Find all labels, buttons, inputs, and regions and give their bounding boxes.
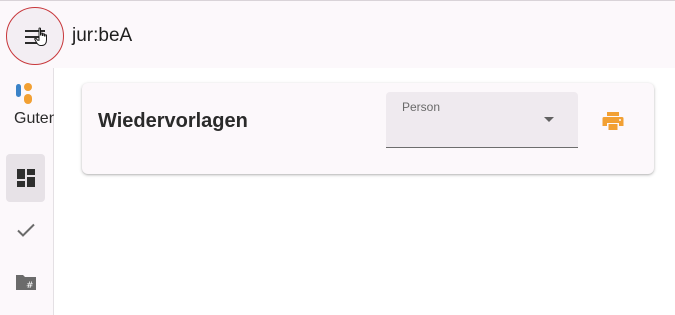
card-title: Wiedervorlagen	[98, 110, 248, 132]
print-icon	[602, 112, 624, 130]
folder-hash-icon: #	[15, 275, 36, 291]
sidebar: Guten #	[0, 68, 54, 315]
person-select[interactable]: Person	[386, 92, 578, 148]
nav-files[interactable]: #	[6, 258, 45, 306]
nav-tasks[interactable]	[6, 206, 45, 254]
chevron-down-icon	[544, 117, 554, 122]
person-select-label: Person	[402, 100, 441, 114]
check-icon	[16, 223, 35, 237]
print-button[interactable]	[595, 105, 631, 137]
dashboard-icon	[16, 169, 35, 187]
brand-label[interactable]: Guten	[14, 110, 54, 128]
wiedervorlagen-card: Wiedervorlagen Person	[82, 83, 654, 174]
hand-cursor-icon	[34, 27, 47, 46]
brand-logo	[16, 83, 32, 104]
nav-dashboard[interactable]	[6, 154, 45, 202]
app-title: jur:beA	[72, 25, 133, 46]
svg-text:#: #	[26, 281, 34, 291]
top-app-bar: jur:beA	[0, 0, 675, 68]
